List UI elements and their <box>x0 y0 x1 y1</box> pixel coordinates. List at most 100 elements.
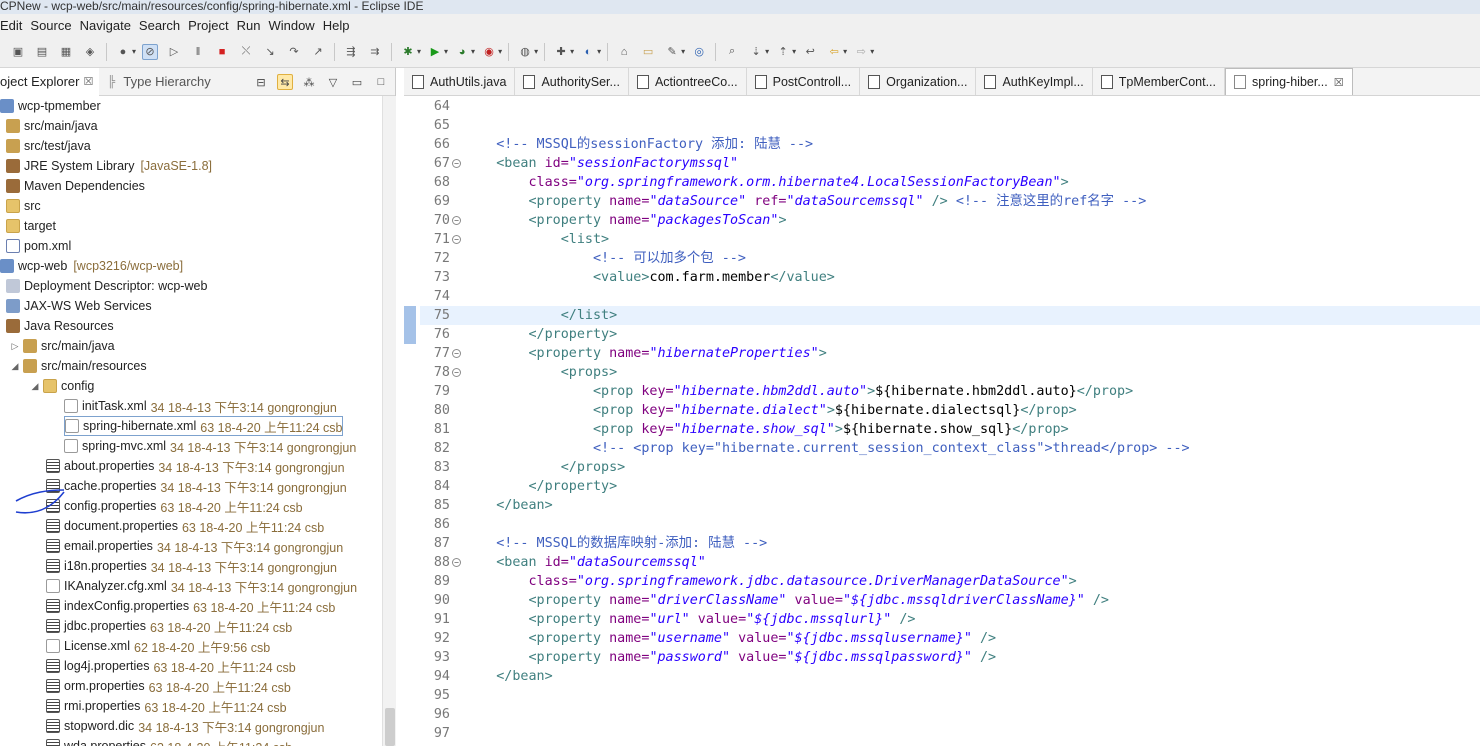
code-line[interactable]: 77− <property name="hibernateProperties"… <box>420 344 1480 363</box>
chevron-down-icon[interactable]: ▾ <box>792 47 796 56</box>
code-area[interactable]: 64 65 66 <!-- MSSQL的sessionFactory 添加: 陆慧 … <box>420 96 1480 746</box>
editor-tab[interactable]: AuthoritySer... <box>515 68 629 95</box>
save-icon[interactable]: ▣ <box>10 44 26 60</box>
editor-tab[interactable]: AuthUtils.java <box>404 68 516 95</box>
menu-window[interactable]: Window <box>268 18 322 33</box>
tab-type-hierarchy[interactable]: ╠ Type Hierarchy <box>99 68 216 96</box>
code-line[interactable]: 65 <box>420 116 1480 135</box>
code-line[interactable]: 79 <prop key="hibernate.hbm2ddl.auto">${… <box>420 382 1480 401</box>
tree-item[interactable]: indexConfig.properties 63 18-4-20 上午11:24… <box>46 596 335 616</box>
tree-item[interactable]: ▷ src/main/java <box>10 336 115 356</box>
editor-tab[interactable]: ActiontreeCo... <box>629 68 747 95</box>
chevron-down-icon[interactable]: ▾ <box>681 47 685 56</box>
drop-to-frame-icon[interactable]: ⇉ <box>367 44 383 60</box>
chevron-down-icon[interactable]: ▾ <box>417 47 421 56</box>
code-line[interactable]: 84 </property> <box>420 477 1480 496</box>
code-line[interactable]: 95 <box>420 686 1480 705</box>
chevron-down-icon[interactable]: ▾ <box>534 47 538 56</box>
open-type-icon[interactable]: ⌂ <box>616 44 632 60</box>
code-line[interactable]: 85 </bean> <box>420 496 1480 515</box>
code-line[interactable]: 82 <!-- <prop key="hibernate.current_ses… <box>420 439 1480 458</box>
tree-item[interactable]: ◢ src/main/resources <box>10 356 147 376</box>
collapse-icon[interactable]: ◢ <box>30 381 40 392</box>
code-line[interactable]: 66 <!-- MSSQL的sessionFactory 添加: 陆慧 --> <box>420 135 1480 154</box>
globe-icon[interactable]: ◎ <box>691 44 707 60</box>
chevron-down-icon[interactable]: ▾ <box>444 47 448 56</box>
user-icon[interactable]: ● <box>115 44 131 60</box>
close-icon[interactable]: ☒ <box>83 75 93 88</box>
tree-item[interactable]: Maven Dependencies <box>6 176 145 196</box>
editor-tab[interactable]: AuthKeyImpl... <box>976 68 1093 95</box>
open-type-icon[interactable]: ◈ <box>82 44 98 60</box>
forward-icon[interactable]: ⇨ <box>853 44 869 60</box>
scrollbar-thumb[interactable] <box>385 708 395 746</box>
tree-item[interactable]: pom.xml <box>6 236 71 256</box>
step-return-icon[interactable]: ↗ <box>310 44 326 60</box>
code-line[interactable]: 76 </property> <box>420 325 1480 344</box>
code-line[interactable]: 74 <box>420 287 1480 306</box>
chevron-down-icon[interactable]: ▾ <box>843 47 847 56</box>
tree-item[interactable]: wda.properties 63 18-4-20 上午11:24 csb <box>46 736 292 746</box>
tree-item[interactable]: orm.properties 63 18-4-20 上午11:24 csb <box>46 676 291 696</box>
fold-toggle-icon[interactable]: − <box>452 216 461 225</box>
back-icon[interactable]: ⇦ <box>826 44 842 60</box>
code-line[interactable]: 87 <!-- MSSQL的数据库映射-添加: 陆慧 --> <box>420 534 1480 553</box>
print-icon[interactable]: ▦ <box>58 44 74 60</box>
tree-item[interactable]: rmi.properties 63 18-4-20 上午11:24 csb <box>46 696 287 716</box>
tree-item[interactable]: JRE System Library [JavaSE-1.8] <box>6 156 212 176</box>
code-line[interactable]: 89 class="org.springframework.jdbc.datas… <box>420 572 1480 591</box>
tree-item[interactable]: src/test/java <box>6 136 91 156</box>
tree-item[interactable]: initTask.xml 34 18-4-13 下午3:14 gongrongju… <box>64 396 337 416</box>
code-line[interactable]: 88− <bean id="dataSourcemssql" <box>420 553 1480 572</box>
tree-item[interactable]: spring-hibernate.xml 63 18-4-20 上午11:24 c… <box>64 416 344 436</box>
menu-source[interactable]: Source <box>30 18 79 33</box>
fold-toggle-icon[interactable]: − <box>452 159 461 168</box>
skip-breakpoints-icon[interactable]: ⊘ <box>142 43 159 60</box>
code-line[interactable]: 83 </props> <box>420 458 1480 477</box>
tree-item[interactable]: wcp-web [wcp3216/wcp-web] <box>0 256 183 276</box>
editor-tab[interactable]: PostControll... <box>747 68 861 95</box>
resume-icon[interactable]: ▷ <box>166 44 182 60</box>
menu-help[interactable]: Help <box>323 18 358 33</box>
code-line[interactable]: 80 <prop key="hibernate.dialect">${hiber… <box>420 401 1480 420</box>
code-line[interactable]: 70− <property name="packagesToScan"> <box>420 211 1480 230</box>
tree-item[interactable]: i18n.properties 34 18-4-13 下午3:14 gongron… <box>46 556 337 576</box>
close-icon[interactable]: ☒ <box>1334 76 1344 89</box>
debug-icon[interactable]: ✱ <box>400 44 416 60</box>
editor-tab[interactable]: TpMemberCont... <box>1093 68 1226 95</box>
menu-search[interactable]: Search <box>139 18 188 33</box>
tab-project-explorer[interactable]: oject Explorer ☒ <box>0 67 100 96</box>
coverage-icon[interactable]: ◕ <box>454 44 470 60</box>
tree-item[interactable]: cache.properties 34 18-4-13 下午3:14 gongro… <box>46 476 347 496</box>
chevron-down-icon[interactable]: ▾ <box>498 47 502 56</box>
terminate-icon[interactable]: ■ <box>214 44 230 60</box>
expand-icon[interactable]: ▷ <box>10 341 20 352</box>
step-over-icon[interactable]: ↷ <box>286 44 302 60</box>
code-line[interactable]: 91 <property name="url" value="${jdbc.ms… <box>420 610 1480 629</box>
fold-toggle-icon[interactable]: − <box>452 368 461 377</box>
fold-toggle-icon[interactable]: − <box>452 558 461 567</box>
open-folder-icon[interactable]: ▭ <box>640 44 656 60</box>
tree-item[interactable]: jdbc.properties 63 18-4-20 上午11:24 csb <box>46 616 292 636</box>
editor-tab[interactable]: spring-hiber... ☒ <box>1225 68 1353 95</box>
search-icon[interactable]: ⌕ <box>724 44 740 60</box>
new-server-icon[interactable]: ◍ <box>517 44 533 60</box>
tree-item[interactable]: License.xml 62 18-4-20 上午9:56 csb <box>46 636 270 656</box>
code-line[interactable]: 72 <!-- 可以加多个包 --> <box>420 249 1480 268</box>
tree-item[interactable]: Java Resources <box>6 316 114 336</box>
code-line[interactable]: 81 <prop key="hibernate.show_sql">${hibe… <box>420 420 1480 439</box>
suspend-icon[interactable]: ‖ <box>190 44 206 60</box>
toggle-ant-icon[interactable]: ✎ <box>664 44 680 60</box>
code-line[interactable]: 97 <box>420 724 1480 743</box>
chevron-down-icon[interactable]: ▾ <box>471 47 475 56</box>
tree-item[interactable]: about.properties 34 18-4-13 下午3:14 gongro… <box>46 456 345 476</box>
chevron-down-icon[interactable]: ▾ <box>570 47 574 56</box>
tree-item[interactable]: src/main/java <box>6 116 98 136</box>
menu-run[interactable]: Run <box>237 18 269 33</box>
code-line[interactable]: 67− <bean id="sessionFactorymssql" <box>420 154 1480 173</box>
disconnect-icon[interactable]: ⤬ <box>238 44 254 60</box>
tree-item[interactable]: wcp-tpmember <box>0 96 101 116</box>
link-with-editor-icon[interactable]: ⇆ <box>277 74 293 90</box>
tree-scrollbar[interactable] <box>382 96 396 746</box>
editor-tab[interactable]: Organization... <box>860 68 977 95</box>
